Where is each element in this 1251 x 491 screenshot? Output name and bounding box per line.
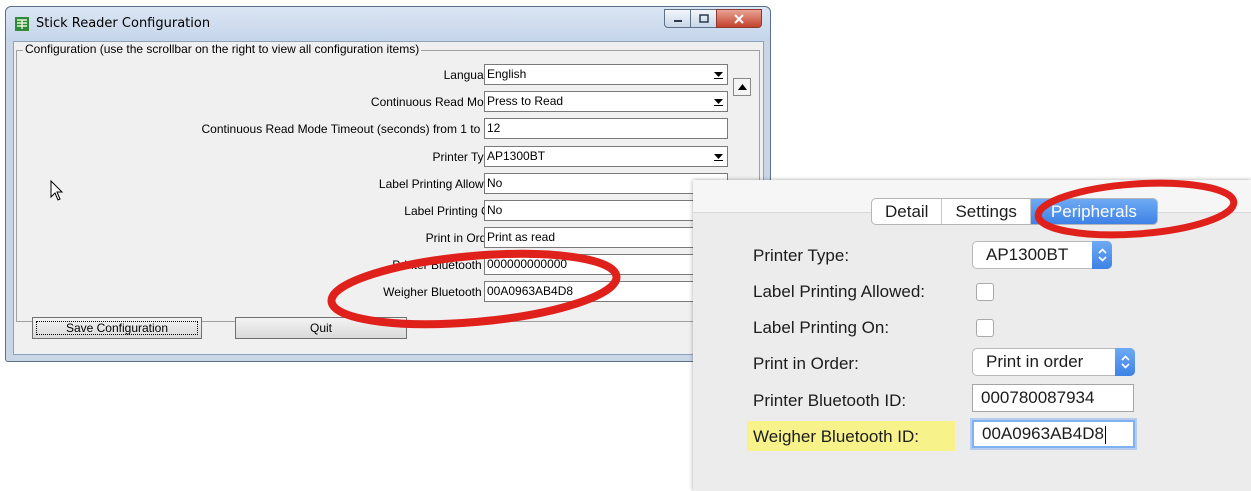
red-circle-weigher-id <box>327 249 621 329</box>
red-circle-peripherals-tab <box>1034 179 1238 239</box>
annotation-overlay <box>327 179 1238 329</box>
